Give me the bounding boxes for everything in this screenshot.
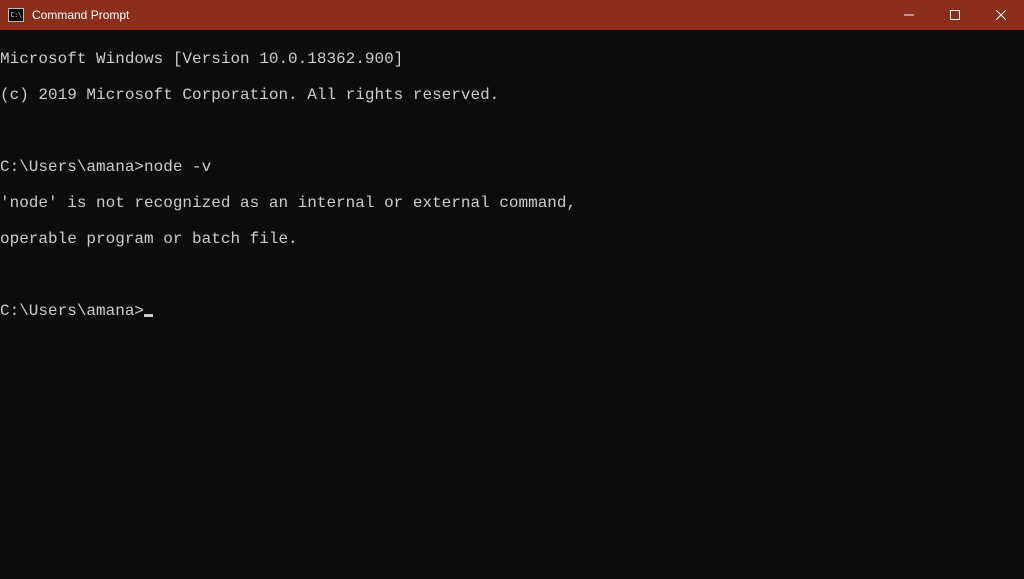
- window-controls: [886, 0, 1024, 30]
- maximize-button[interactable]: [932, 0, 978, 30]
- terminal-cursor: [144, 314, 153, 317]
- terminal-output[interactable]: Microsoft Windows [Version 10.0.18362.90…: [0, 30, 1024, 579]
- close-icon: [996, 10, 1006, 20]
- terminal-line: operable program or batch file.: [0, 230, 1024, 248]
- cmd-icon-text: C:\: [10, 12, 21, 19]
- titlebar[interactable]: C:\ Command Prompt: [0, 0, 1024, 30]
- maximize-icon: [950, 10, 960, 20]
- terminal-prompt-line: C:\Users\amana>: [0, 302, 1024, 320]
- terminal-prompt: C:\Users\amana>: [0, 302, 144, 320]
- terminal-line: Microsoft Windows [Version 10.0.18362.90…: [0, 50, 1024, 68]
- terminal-line: 'node' is not recognized as an internal …: [0, 194, 1024, 212]
- terminal-line: C:\Users\amana>node -v: [0, 158, 1024, 176]
- window-title: Command Prompt: [32, 8, 886, 22]
- minimize-button[interactable]: [886, 0, 932, 30]
- minimize-icon: [904, 10, 914, 20]
- terminal-line: (c) 2019 Microsoft Corporation. All righ…: [0, 86, 1024, 104]
- cmd-icon: C:\: [8, 8, 24, 22]
- close-button[interactable]: [978, 0, 1024, 30]
- terminal-line: [0, 266, 1024, 284]
- terminal-line: [0, 122, 1024, 140]
